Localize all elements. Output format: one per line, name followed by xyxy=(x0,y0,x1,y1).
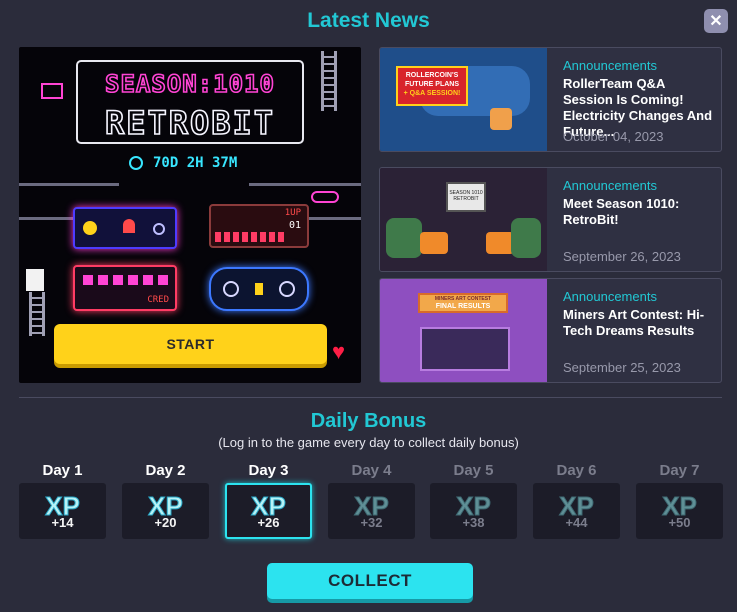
news-date: September 26, 2023 xyxy=(563,249,681,264)
ball-icon xyxy=(255,283,263,295)
thumb-title-text: FINAL RESULTS xyxy=(435,303,491,310)
thumb-screen: SEASON 1010 RETROBIT xyxy=(446,182,486,212)
paddle-icon xyxy=(223,281,239,297)
arcade-screen-pong xyxy=(209,267,309,311)
sofa-decoration xyxy=(486,232,514,254)
timer-text: 70D 2H 37M xyxy=(153,155,238,171)
heart-icon: ♥ xyxy=(332,339,346,364)
news-thumbnail: MINERS ART CONTEST FINAL RESULTS xyxy=(380,279,547,382)
invaders-decoration xyxy=(83,275,169,285)
season-timer: 70D 2H 37M xyxy=(129,155,237,171)
news-headline[interactable]: Miners Art Contest: Hi-Tech Dreams Resul… xyxy=(563,307,715,339)
pink-eyes-decoration xyxy=(311,191,339,203)
xp-icon: XP xyxy=(251,490,287,521)
news-item[interactable]: ROLLERCOIN'S FUTURE PLANS + Q&A SESSION!… xyxy=(379,47,722,152)
arcade-screen-pacman xyxy=(73,207,177,249)
news-category: Announcements xyxy=(563,178,657,193)
xp-amount: +32 xyxy=(360,514,383,530)
day-reward-tile: XP +50 xyxy=(636,483,723,539)
xp-icon: XP xyxy=(45,490,81,521)
day-reward-tile: XP +20 xyxy=(122,483,209,539)
xp-icon: XP xyxy=(662,490,698,521)
mailbox-icon xyxy=(41,83,63,99)
season-title-line2: RETROBIT xyxy=(104,103,276,143)
collect-button[interactable]: COLLECT xyxy=(267,563,473,599)
arcade-cred-text: CRED xyxy=(147,295,169,305)
day-label: Day 5 xyxy=(453,462,494,479)
divider-line xyxy=(309,217,361,220)
news-date: October 04, 2023 xyxy=(563,129,664,144)
day-label: Day 4 xyxy=(351,462,392,479)
news-category: Announcements xyxy=(563,58,657,73)
pixel-ghost-icon xyxy=(26,269,44,291)
day-reward-tile: XP +14 xyxy=(19,483,106,539)
day-label: Day 7 xyxy=(659,462,700,479)
divider-line xyxy=(19,183,119,186)
news-thumbnail: SEASON 1010 RETROBIT xyxy=(380,168,547,271)
xp-icon: XP xyxy=(354,490,390,521)
start-button[interactable]: START xyxy=(54,324,327,364)
divider-line xyxy=(249,183,361,186)
arcade-screen-invaders: CRED xyxy=(73,265,177,311)
spikes-decoration xyxy=(215,232,285,242)
ghost-icon xyxy=(123,219,135,233)
xp-icon: XP xyxy=(456,490,492,521)
thumb-sub-text: MINERS ART CONTEST xyxy=(434,296,492,302)
day-reward-tile: XP +32 xyxy=(328,483,415,539)
thumb-title-text: ROLLERCOIN'S FUTURE PLANS xyxy=(404,72,460,88)
day-label: Day 2 xyxy=(145,462,186,479)
close-icon[interactable]: ✕ xyxy=(704,9,728,33)
daily-bonus-subtitle: (Log in to the game every day to collect… xyxy=(218,435,519,450)
day-reward-tile: XP +44 xyxy=(533,483,620,539)
dot-icon xyxy=(153,223,165,235)
ladder-decoration xyxy=(29,292,45,336)
xp-amount: +44 xyxy=(565,514,588,530)
season-title-line1: SEASON:1010 xyxy=(104,69,275,99)
plant-decoration xyxy=(511,218,541,258)
xp-amount: +26 xyxy=(257,514,280,530)
news-thumbnail: ROLLERCOIN'S FUTURE PLANS + Q&A SESSION! xyxy=(380,48,547,151)
news-date: September 25, 2023 xyxy=(563,360,681,375)
xp-icon: XP xyxy=(148,490,184,521)
hamster-icon xyxy=(490,108,512,130)
news-item[interactable]: SEASON 1010 RETROBIT Announcements Meet … xyxy=(379,167,722,272)
day-label: Day 3 xyxy=(248,462,289,479)
xp-icon: XP xyxy=(559,490,595,521)
modal-title: Latest News xyxy=(307,9,430,32)
thumb-sub-text: + Q&A SESSION! xyxy=(403,90,461,97)
paddle-icon xyxy=(279,281,295,297)
pacman-icon xyxy=(83,221,97,235)
day-reward-tile[interactable]: XP +26 xyxy=(225,483,312,539)
clock-icon xyxy=(129,156,143,170)
thumb-banner: MINERS ART CONTEST FINAL RESULTS xyxy=(418,293,508,313)
news-headline[interactable]: Meet Season 1010: RetroBit! xyxy=(563,196,715,228)
section-divider xyxy=(19,397,722,398)
daily-bonus-title: Daily Bonus xyxy=(310,410,427,432)
thumb-title-card: ROLLERCOIN'S FUTURE PLANS + Q&A SESSION! xyxy=(396,66,468,106)
day-label: Day 1 xyxy=(42,462,83,479)
ladder-decoration xyxy=(321,51,337,111)
xp-amount: +14 xyxy=(51,514,74,530)
arcade-screen-racer: 1UP 01 xyxy=(209,204,309,248)
xp-amount: +20 xyxy=(154,514,177,530)
day-reward-tile: XP +38 xyxy=(430,483,517,539)
featured-news-banner[interactable]: SEASON:1010 RETROBIT 70D 2H 37M 1UP 01 C… xyxy=(19,47,361,383)
sofa-decoration xyxy=(420,232,448,254)
day-label: Day 6 xyxy=(556,462,597,479)
divider-line xyxy=(19,217,79,220)
xp-amount: +38 xyxy=(462,514,485,530)
arcade-score-text: 01 xyxy=(288,220,301,231)
news-item[interactable]: MINERS ART CONTEST FINAL RESULTS Announc… xyxy=(379,278,722,383)
xp-amount: +50 xyxy=(668,514,691,530)
news-category: Announcements xyxy=(563,289,657,304)
season-title-box: SEASON:1010 RETROBIT xyxy=(76,60,304,144)
arcade-1up-text: 1UP xyxy=(284,208,301,218)
plant-decoration xyxy=(386,218,422,258)
awards-shelf-decoration xyxy=(420,327,510,371)
